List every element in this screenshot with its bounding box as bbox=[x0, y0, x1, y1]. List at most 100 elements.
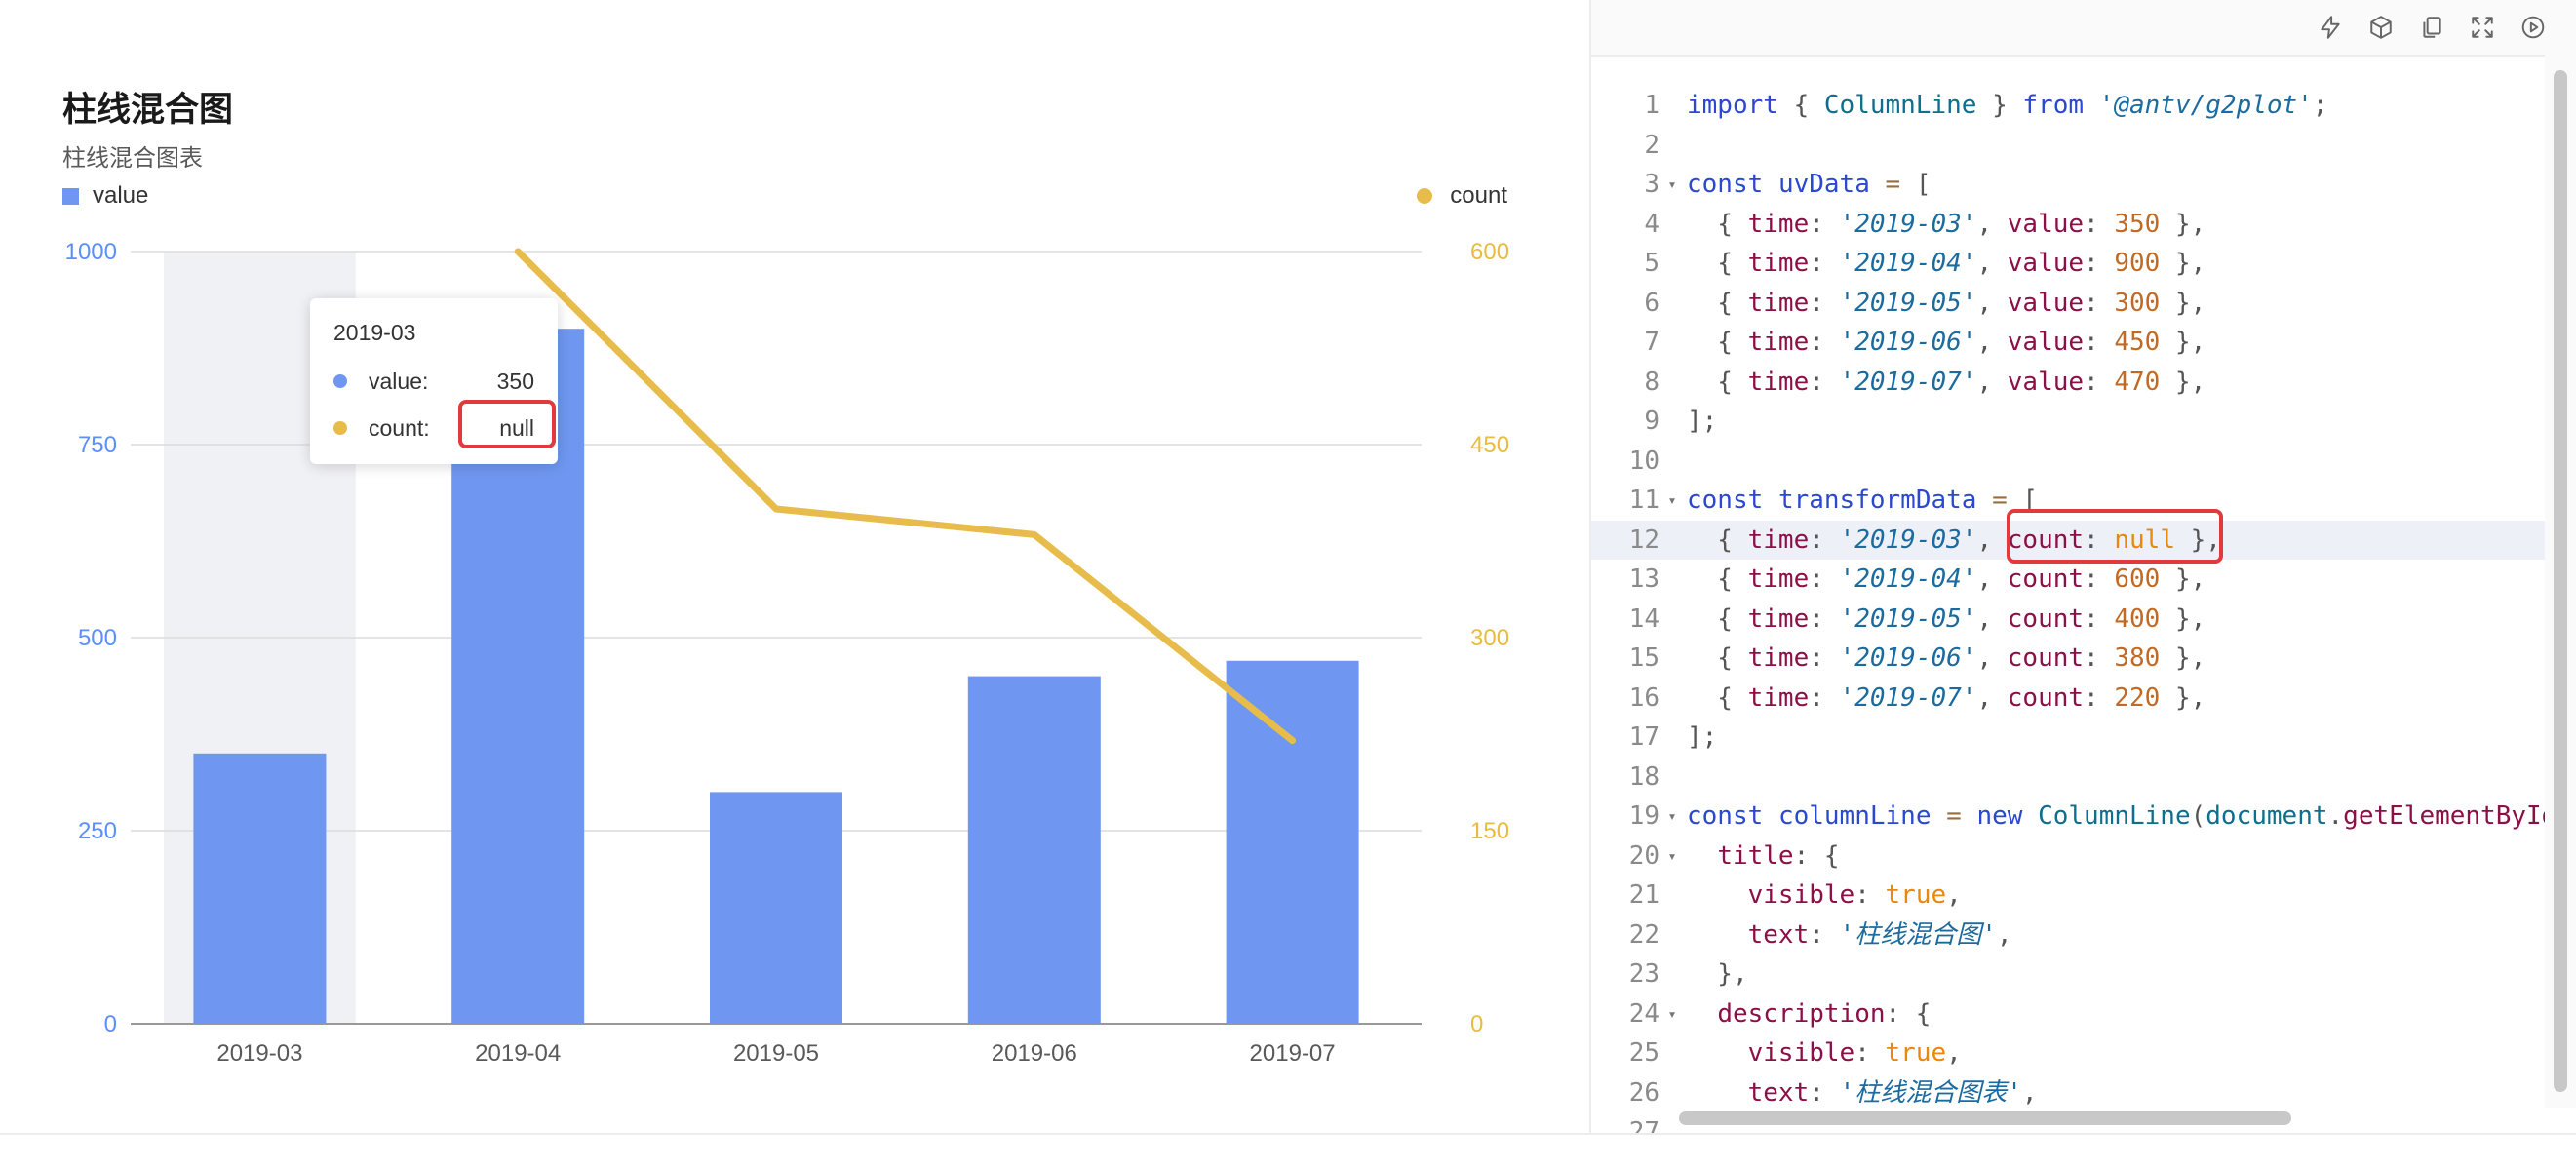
fold-toggle-icon[interactable]: ▾ bbox=[1665, 481, 1679, 520]
code-line[interactable]: 25 visible: true, bbox=[1591, 1033, 2545, 1072]
line-number: 2 bbox=[1644, 130, 1659, 160]
code-line[interactable]: 21 visible: true, bbox=[1591, 876, 2545, 915]
editor-toolbar bbox=[1591, 0, 2576, 57]
lightning-icon[interactable] bbox=[2313, 10, 2348, 45]
code-line[interactable]: 8 { time: '2019-07', value: 470 }, bbox=[1591, 363, 2545, 402]
fold-toggle-icon[interactable]: ▾ bbox=[1665, 165, 1679, 204]
fold-toggle-icon[interactable]: ▾ bbox=[1665, 994, 1679, 1033]
line-number: 17 bbox=[1628, 722, 1659, 752]
code-text: import { ColumnLine } from '@antv/g2plot… bbox=[1687, 91, 2328, 120]
code-line[interactable]: 24 ▾ description: { bbox=[1591, 994, 2545, 1033]
code-line[interactable]: 2 bbox=[1591, 126, 2545, 165]
line-number: 27 bbox=[1628, 1117, 1659, 1133]
play-icon[interactable] bbox=[2516, 10, 2551, 45]
code-text: { time: '2019-06', value: 450 }, bbox=[1687, 328, 2206, 357]
code-line[interactable]: 5 { time: '2019-04', value: 900 }, bbox=[1591, 244, 2545, 283]
fold-toggle-icon[interactable]: ▾ bbox=[1665, 797, 1679, 836]
copy-icon[interactable] bbox=[2414, 10, 2449, 45]
code-text: const transformData = [ bbox=[1687, 486, 2039, 515]
code-text: { time: '2019-06', count: 380 }, bbox=[1687, 643, 2206, 673]
code-line[interactable]: 13 { time: '2019-04', count: 600 }, bbox=[1591, 560, 2545, 599]
x-tick-label: 2019-06 bbox=[992, 1040, 1077, 1067]
bar-value bbox=[1226, 660, 1359, 1024]
code-line[interactable]: 20 ▾ title: { bbox=[1591, 837, 2545, 876]
line-number: 12 bbox=[1628, 525, 1659, 555]
line-number: 24 bbox=[1628, 998, 1659, 1029]
cube-icon[interactable] bbox=[2363, 10, 2399, 45]
code-text: { time: '2019-07', value: 470 }, bbox=[1687, 367, 2206, 397]
code-line[interactable]: 23 }, bbox=[1591, 954, 2545, 993]
tooltip-name-value: value: bbox=[369, 368, 429, 394]
y-right-tick-label: 600 bbox=[1470, 239, 1509, 265]
code-text: { time: '2019-07', count: 220 }, bbox=[1687, 682, 2206, 713]
bar-value bbox=[710, 792, 842, 1024]
code-line[interactable]: 1 import { ColumnLine } from '@antv/g2plo… bbox=[1591, 86, 2545, 125]
code-text: ]; bbox=[1687, 407, 1718, 436]
code-text: visible: true, bbox=[1747, 880, 1962, 910]
horizontal-scroll-thumb[interactable] bbox=[1679, 1111, 2291, 1125]
line-number: 1 bbox=[1644, 91, 1659, 120]
code-line[interactable]: 19 ▾ const columnLine = new ColumnLine(doc… bbox=[1591, 797, 2545, 836]
fold-toggle-icon[interactable]: ▾ bbox=[1665, 837, 1679, 876]
chart-panel: 柱线混合图 柱线混合图表 value count 0 250 500 750 1000 0… bbox=[0, 0, 1589, 1133]
code-text: visible: true, bbox=[1747, 1038, 1962, 1068]
fullscreen-icon[interactable] bbox=[2465, 10, 2500, 45]
code-line[interactable]: 6 { time: '2019-05', value: 300 }, bbox=[1591, 284, 2545, 323]
code-text: description: { bbox=[1717, 998, 1932, 1029]
line-number: 8 bbox=[1644, 367, 1659, 397]
vertical-scrollbar[interactable] bbox=[2545, 55, 2576, 1108]
code-line[interactable]: 10 bbox=[1591, 442, 2545, 481]
y-right-tick-label: 150 bbox=[1470, 818, 1509, 844]
line-number: 13 bbox=[1628, 565, 1659, 594]
code-line[interactable]: 3 ▾ const uvData = [ bbox=[1591, 165, 2545, 204]
code-line[interactable]: 7 { time: '2019-06', value: 450 }, bbox=[1591, 323, 2545, 362]
y-right-tick-label: 0 bbox=[1470, 1011, 1483, 1037]
y-left-tick-label: 1000 bbox=[65, 239, 117, 265]
vertical-scroll-thumb[interactable] bbox=[2554, 70, 2567, 1092]
code-text: { time: '2019-03', value: 350 }, bbox=[1687, 209, 2206, 239]
line-number: 16 bbox=[1628, 682, 1659, 713]
x-tick-label: 2019-04 bbox=[475, 1040, 561, 1067]
line-number: 14 bbox=[1628, 603, 1659, 634]
tooltip-marker-value bbox=[333, 374, 347, 388]
tooltip-title: 2019-03 bbox=[333, 320, 416, 345]
highlight-box-code-null bbox=[2007, 509, 2223, 564]
code-text: { time: '2019-05', count: 400 }, bbox=[1687, 603, 2206, 634]
tooltip-row-value: value: 350 bbox=[333, 367, 534, 396]
y-left-tick-label: 500 bbox=[78, 625, 117, 651]
bar-value bbox=[193, 753, 327, 1024]
line-number: 3 bbox=[1644, 170, 1659, 199]
code-line[interactable]: 17]; bbox=[1591, 718, 2545, 757]
line-number: 26 bbox=[1628, 1077, 1659, 1108]
code-text: const columnLine = new ColumnLine(docume… bbox=[1687, 801, 2545, 831]
code-line[interactable]: 16 { time: '2019-07', count: 220 }, bbox=[1591, 679, 2545, 718]
line-number: 11 bbox=[1628, 486, 1659, 515]
line-number: 10 bbox=[1628, 446, 1659, 476]
code-line[interactable]: 9]; bbox=[1591, 402, 2545, 441]
code-line[interactable]: 15 { time: '2019-06', count: 380 }, bbox=[1591, 639, 2545, 678]
code-line[interactable]: 26 text: '柱线混合图表', bbox=[1591, 1073, 2545, 1112]
chart-canvas[interactable]: 0 250 500 750 1000 0 150 300 450 600 2019-03 2019-0… bbox=[0, 0, 1589, 1133]
y-right-tick-label: 450 bbox=[1470, 432, 1509, 458]
line-number: 6 bbox=[1644, 288, 1659, 318]
y-right-tick-label: 300 bbox=[1470, 625, 1509, 651]
code-editor-panel: 1 import { ColumnLine } from '@antv/g2plo… bbox=[1589, 0, 2576, 1133]
bar-value bbox=[967, 676, 1101, 1024]
code-line[interactable]: 18 bbox=[1591, 758, 2545, 797]
line-number: 19 bbox=[1628, 801, 1659, 831]
line-number: 7 bbox=[1644, 328, 1659, 357]
code-text: text: '柱线混合图表', bbox=[1747, 1077, 2038, 1108]
line-number: 18 bbox=[1628, 761, 1659, 792]
code-line[interactable]: 14 { time: '2019-05', count: 400 }, bbox=[1591, 600, 2545, 639]
code-text: { time: '2019-04', count: 600 }, bbox=[1687, 565, 2206, 594]
x-tick-label: 2019-03 bbox=[216, 1040, 302, 1067]
bottom-divider bbox=[0, 1133, 2576, 1135]
code-text: ]; bbox=[1687, 722, 1718, 752]
code-line[interactable]: 4 { time: '2019-03', value: 350 }, bbox=[1591, 205, 2545, 244]
code-line[interactable]: 22 text: '柱线混合图', bbox=[1591, 915, 2545, 954]
x-tick-label: 2019-05 bbox=[733, 1040, 819, 1067]
code-area[interactable]: 1 import { ColumnLine } from '@antv/g2plo… bbox=[1591, 86, 2545, 1133]
line-number: 25 bbox=[1628, 1038, 1659, 1068]
line-number: 23 bbox=[1628, 959, 1659, 989]
line-number: 22 bbox=[1628, 919, 1659, 950]
